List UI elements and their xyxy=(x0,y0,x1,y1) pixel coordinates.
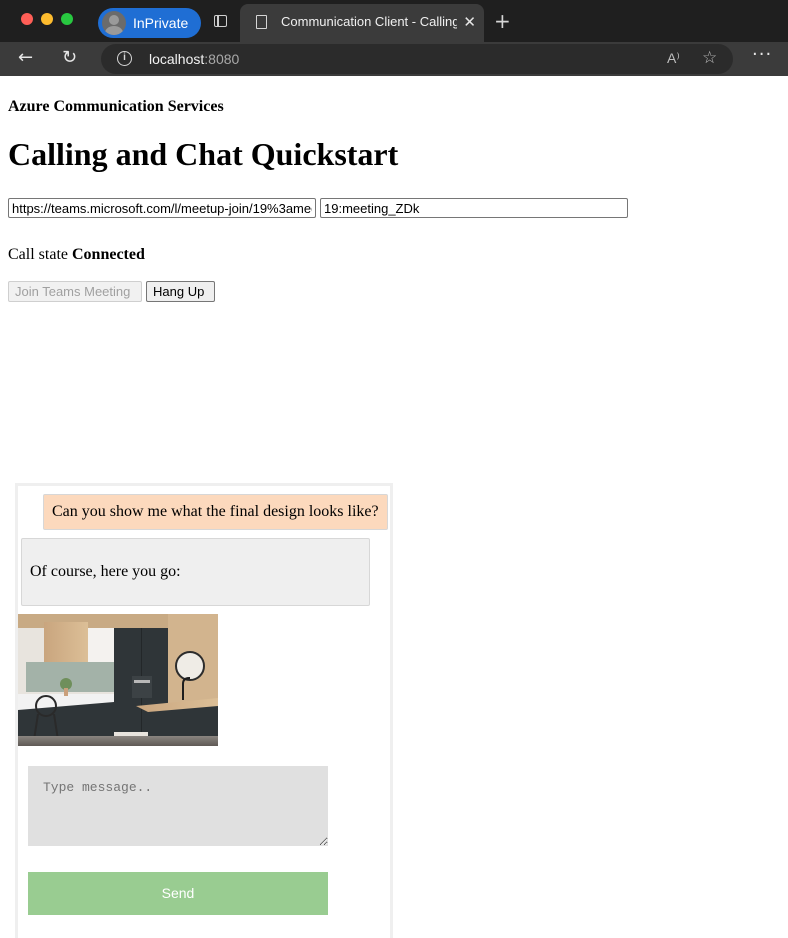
url-host: localhost xyxy=(149,51,205,67)
tab-bar: InPrivate Communication Client - Calling… xyxy=(0,0,788,42)
close-window-button[interactable] xyxy=(21,13,33,25)
close-icon[interactable]: ✕ xyxy=(463,13,476,31)
kitchen-image xyxy=(18,614,218,746)
read-aloud-icon[interactable]: A⁾ xyxy=(667,50,680,67)
back-icon[interactable]: ← xyxy=(18,47,33,69)
browser-toolbar: ← ↻ i localhost:8080 A⁾ ☆ ··· xyxy=(0,42,788,76)
join-meeting-button[interactable]: Join Teams Meeting xyxy=(8,281,142,302)
favorites-icon[interactable]: ☆ xyxy=(702,48,717,68)
hang-up-button[interactable]: Hang Up xyxy=(146,281,215,302)
inprivate-badge[interactable]: InPrivate xyxy=(98,8,201,38)
inprivate-label: InPrivate xyxy=(133,15,189,31)
page-title: Calling and Chat Quickstart xyxy=(8,136,399,172)
profile-avatar-icon xyxy=(102,11,126,35)
tab-actions-icon[interactable] xyxy=(214,15,227,27)
call-state-value: Connected xyxy=(71,246,145,263)
call-state-label: Call state xyxy=(8,246,68,263)
thread-id-input[interactable] xyxy=(320,198,628,218)
tab-title: Communication Client - Calling and Chat … xyxy=(281,14,457,29)
info-icon[interactable]: i xyxy=(117,51,132,66)
message-outgoing: Can you show me what the final design lo… xyxy=(43,494,388,530)
url-text: localhost:8080 xyxy=(149,50,239,68)
message-incoming: Of course, here you go: xyxy=(21,538,370,606)
chat-panel: Can you show me what the final design lo… xyxy=(15,483,393,938)
url-port: :8080 xyxy=(204,51,240,67)
address-bar[interactable]: i localhost:8080 A⁾ ☆ xyxy=(101,44,733,74)
minimize-window-button[interactable] xyxy=(41,13,53,25)
meeting-link-input[interactable] xyxy=(8,198,316,218)
page-content: Azure Communication Services Calling and… xyxy=(0,76,788,938)
brand-heading: Azure Communication Services xyxy=(8,98,224,115)
browser-window: InPrivate Communication Client - Calling… xyxy=(0,0,788,938)
send-button[interactable]: Send xyxy=(28,872,328,915)
refresh-icon[interactable]: ↻ xyxy=(62,47,77,69)
call-state: Call state Connected xyxy=(8,246,145,264)
more-icon[interactable]: ··· xyxy=(752,44,772,65)
page-icon xyxy=(256,15,267,29)
new-tab-icon[interactable]: + xyxy=(494,9,511,33)
tab-active[interactable]: Communication Client - Calling and Chat … xyxy=(240,4,484,42)
maximize-window-button[interactable] xyxy=(61,13,73,25)
message-input[interactable] xyxy=(28,766,328,846)
